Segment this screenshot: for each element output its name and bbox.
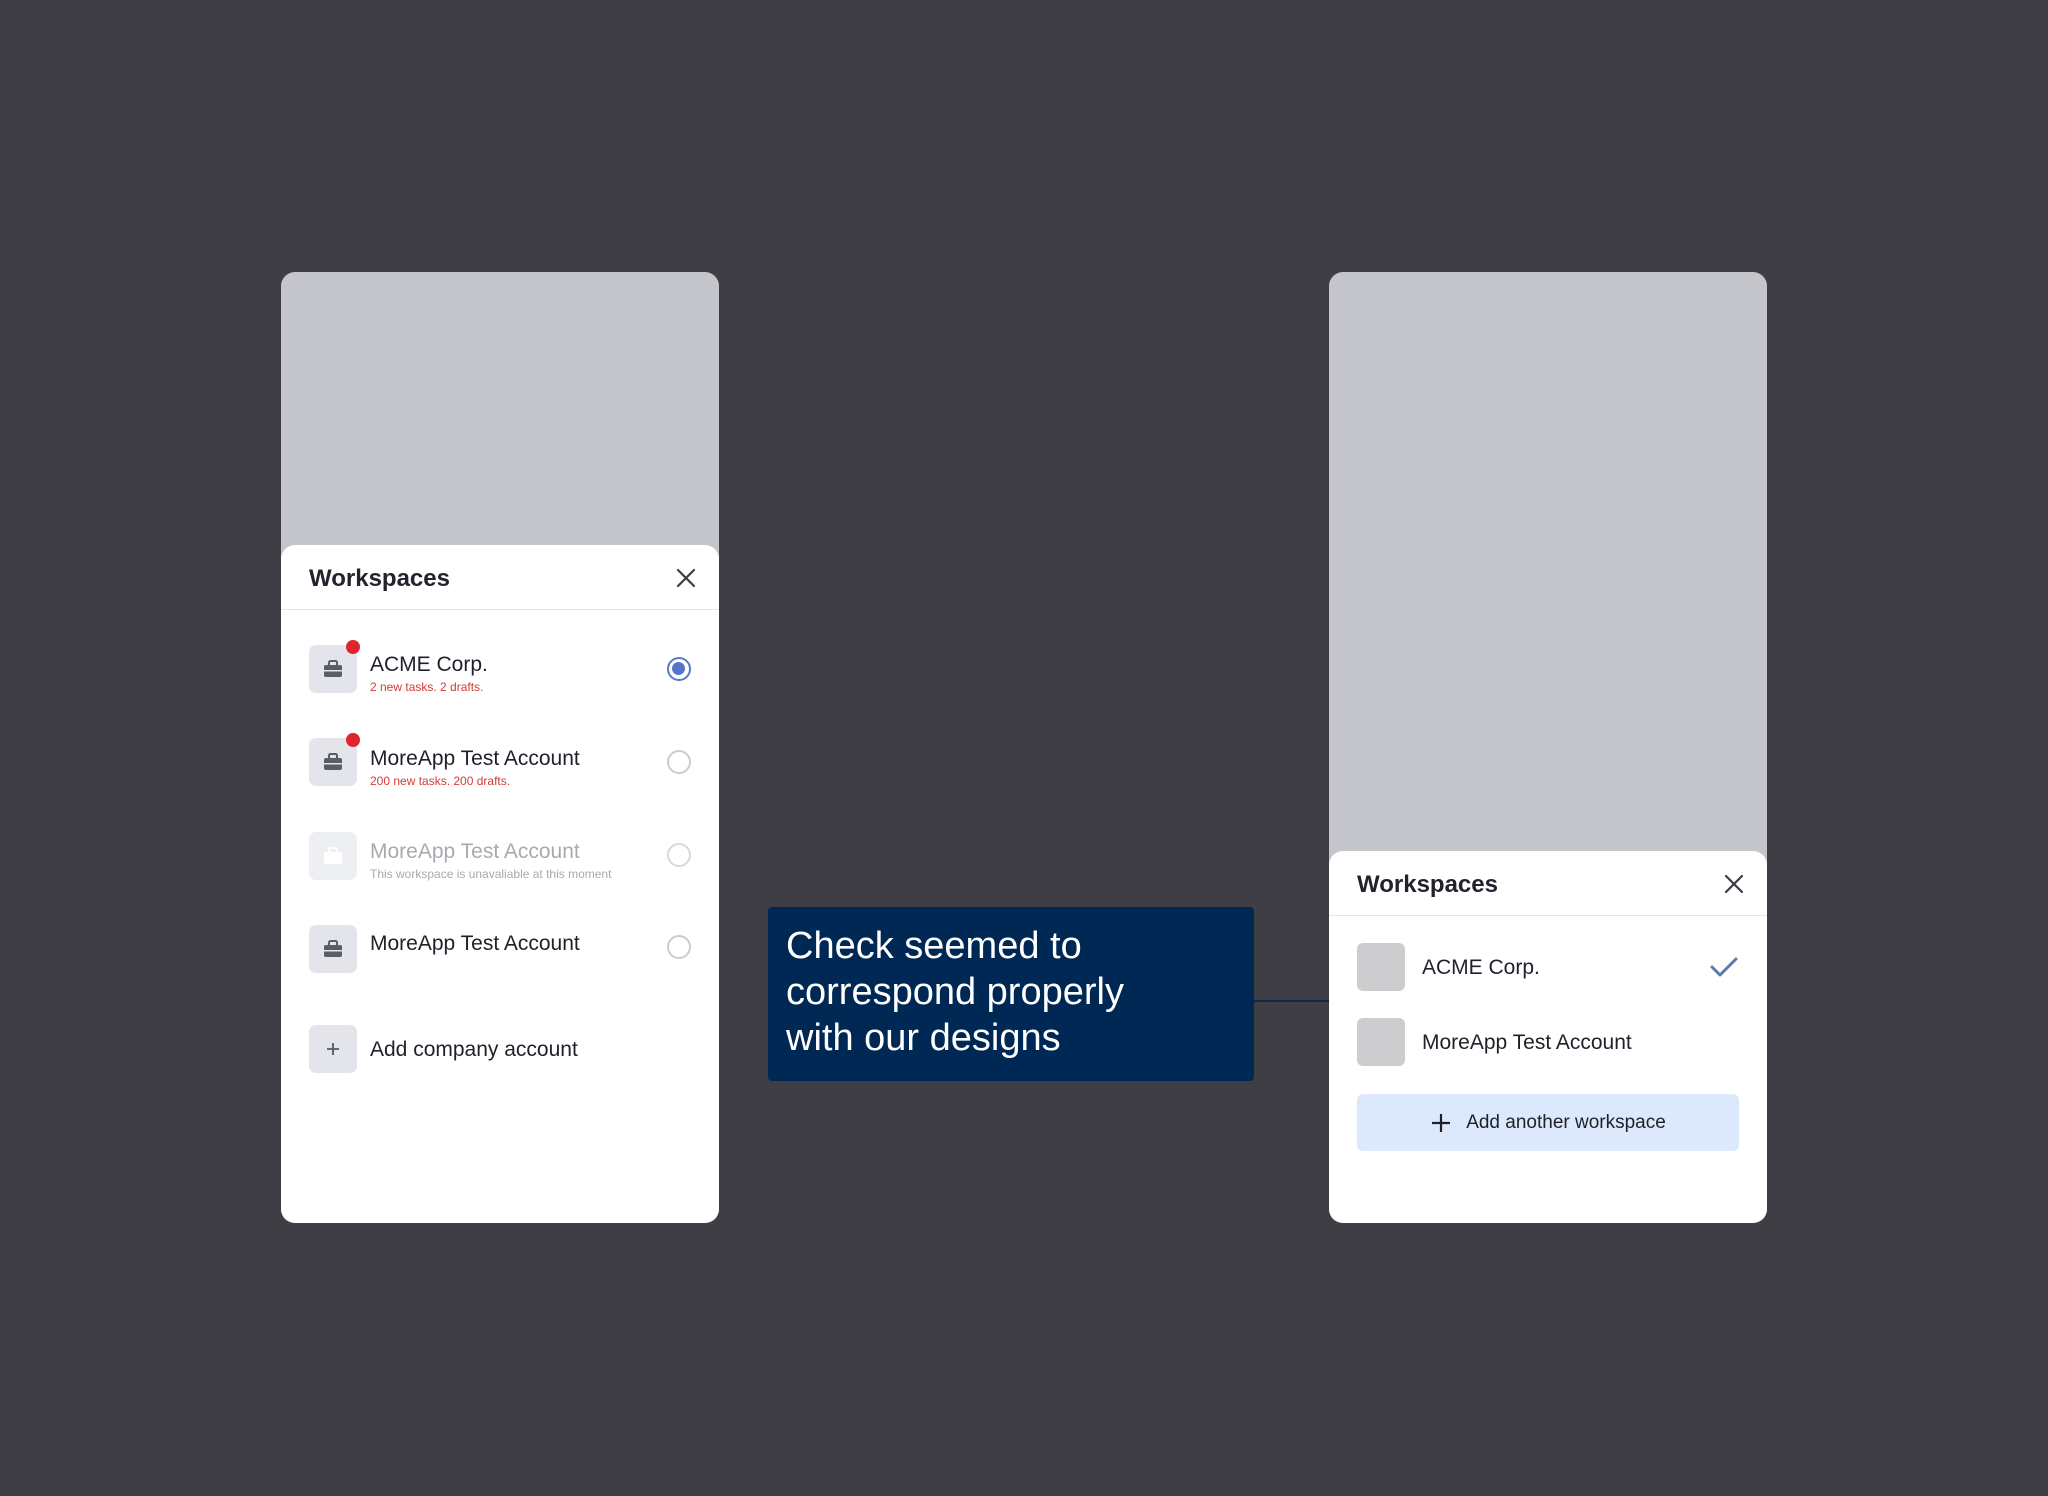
workspace-row-acme[interactable]: ACME Corp. 2 new tasks. 2 drafts. <box>281 640 719 717</box>
close-icon[interactable] <box>675 567 697 589</box>
workspace-name: MoreApp Test Account <box>370 747 580 770</box>
workspace-radio <box>667 843 691 867</box>
sheet-title: Workspaces <box>309 565 450 592</box>
add-another-workspace-button[interactable]: Add another workspace <box>1357 1094 1739 1151</box>
workspace-name: ACME Corp. <box>370 653 488 676</box>
briefcase-icon <box>309 832 357 880</box>
sheet-header: Workspaces <box>1329 851 1767 916</box>
workspace-name: MoreApp Test Account <box>370 932 580 955</box>
workspace-row-moreapp[interactable]: MoreApp Test Account <box>1329 1012 1767 1072</box>
close-icon[interactable] <box>1723 873 1745 895</box>
workspace-name: ACME Corp. <box>1422 956 1540 979</box>
workspace-status: This workspace is unavaliable at this mo… <box>370 867 612 881</box>
phone-mockup-right: Workspaces ACME Corp. MoreApp Test Accou… <box>1329 272 1767 1223</box>
workspace-avatar <box>1357 1018 1405 1066</box>
workspace-row-moreapp-1[interactable]: MoreApp Test Account 200 new tasks. 200 … <box>281 733 719 810</box>
workspaces-sheet-right: Workspaces ACME Corp. MoreApp Test Accou… <box>1329 851 1767 1223</box>
phone-mockup-left: Workspaces ACME Corp. 2 new tasks. 2 dra… <box>281 272 719 1223</box>
workspace-radio-selected[interactable] <box>667 657 691 681</box>
checkmark-icon <box>1710 957 1738 977</box>
briefcase-icon <box>309 925 357 973</box>
briefcase-icon <box>309 733 360 786</box>
add-company-label: Add company account <box>370 1038 578 1061</box>
notification-dot <box>346 640 360 654</box>
workspace-status: 2 new tasks. 2 drafts. <box>370 680 484 694</box>
plus-icon <box>309 1025 357 1073</box>
sheet-title: Workspaces <box>1357 871 1498 898</box>
workspace-name: MoreApp Test Account <box>370 840 580 863</box>
workspace-radio[interactable] <box>667 935 691 959</box>
plus-icon <box>1432 1113 1451 1132</box>
workspace-radio[interactable] <box>667 750 691 774</box>
briefcase-icon <box>309 640 360 693</box>
annotation-line: Check seemed to <box>786 925 1082 967</box>
annotation-callout: Check seemed to correspond properly with… <box>768 907 1254 1081</box>
add-workspace-label: Add another workspace <box>1466 1111 1666 1133</box>
workspace-row-moreapp-2[interactable]: MoreApp Test Account <box>281 925 719 997</box>
notification-dot <box>346 733 360 747</box>
annotation-line: with our designs <box>786 1017 1061 1059</box>
sheet-header: Workspaces <box>281 545 719 610</box>
workspace-status: 200 new tasks. 200 drafts. <box>370 774 511 788</box>
add-company-account[interactable]: Add company account <box>281 1025 719 1097</box>
workspaces-sheet-left: Workspaces ACME Corp. 2 new tasks. 2 dra… <box>281 545 719 1223</box>
workspace-row-moreapp-disabled: MoreApp Test Account This workspace is u… <box>281 832 719 904</box>
annotation-line: correspond properly <box>786 971 1124 1013</box>
workspace-avatar <box>1357 943 1405 991</box>
workspace-row-acme[interactable]: ACME Corp. <box>1329 937 1767 997</box>
workspace-name: MoreApp Test Account <box>1422 1031 1632 1054</box>
